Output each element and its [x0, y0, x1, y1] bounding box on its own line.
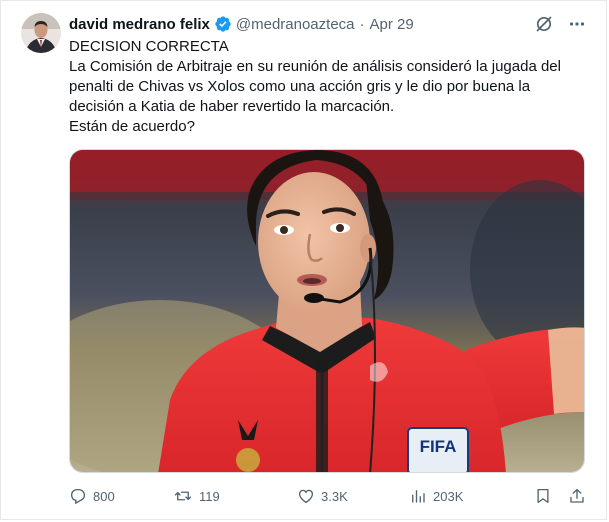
views-button[interactable]: 203K: [409, 487, 525, 505]
fifa-badge-text: FIFA: [420, 437, 457, 456]
secondary-actions: [534, 487, 586, 505]
referee-photo: FIFA: [70, 150, 584, 472]
avatar[interactable]: [21, 13, 61, 53]
header-actions: [534, 13, 586, 35]
tweet-text-line: decisión a Katia de haber revertido la m…: [69, 98, 395, 115]
more-options-icon[interactable]: [568, 15, 586, 33]
tweet-text-line: Están de acuerdo?: [69, 118, 195, 135]
bookmark-button[interactable]: [534, 487, 552, 505]
separator-dot: ·: [359, 15, 365, 33]
retweet-count: 119: [199, 488, 220, 504]
tweet-text-line: penalti de Chivas vs Xolos como una acci…: [69, 78, 531, 95]
user-handle[interactable]: @medranoazteca: [236, 16, 355, 33]
like-count: 3.3K: [321, 488, 348, 504]
tweet-media-image[interactable]: FIFA: [69, 149, 585, 473]
share-button[interactable]: [568, 487, 586, 505]
grok-icon[interactable]: [534, 14, 554, 34]
tweet-text-line: La Comisión de Arbitraje en su reunión d…: [69, 58, 561, 75]
retweet-button[interactable]: 119: [173, 487, 297, 505]
retweet-icon: [174, 491, 192, 501]
heart-icon: [298, 489, 314, 504]
verified-badge-icon: [214, 15, 232, 33]
tweet-text: DECISION CORRECTA La Comisión de Arbitra…: [69, 37, 584, 137]
reply-button[interactable]: 800: [69, 487, 173, 505]
tweet-text-line: DECISION CORRECTA: [69, 38, 229, 55]
tweet-action-bar: 800 119 3.3K 203K: [69, 485, 586, 507]
share-icon: [570, 488, 584, 503]
views-count: 203K: [433, 488, 464, 504]
display-name[interactable]: david medrano felix: [69, 16, 210, 33]
reply-count: 800: [93, 488, 115, 504]
like-button[interactable]: 3.3K: [297, 487, 409, 505]
tweet-date[interactable]: Apr 29: [370, 16, 414, 33]
tweet-header: david medrano felix @medranoazteca · Apr…: [69, 13, 586, 35]
bookmark-icon: [537, 488, 549, 504]
views-chart-icon: [412, 490, 425, 503]
reply-icon: [70, 488, 86, 505]
tweet-card[interactable]: david medrano felix @medranoazteca · Apr…: [0, 0, 607, 520]
